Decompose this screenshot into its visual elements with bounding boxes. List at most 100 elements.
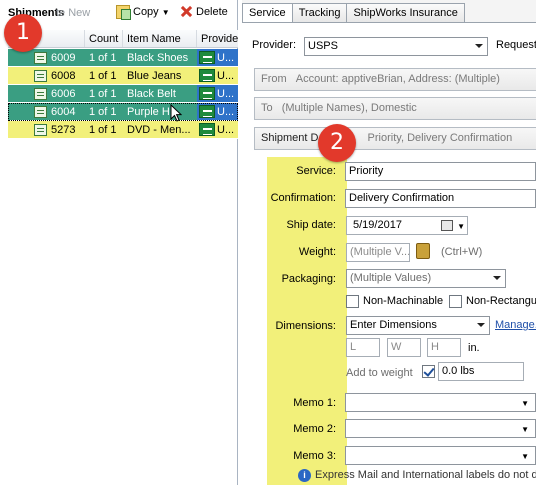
copy-button[interactable]: Copy ▼ [116, 5, 170, 20]
table-row[interactable]: 6009 1 of 1 Black Shoes U... [8, 49, 238, 67]
chevron-down-icon: ▼ [521, 452, 529, 461]
memo2-label: Memo 2: [293, 423, 336, 435]
chevron-down-icon: ▼ [521, 425, 529, 434]
provider-value: USPS [308, 40, 338, 52]
width-input[interactable]: W [387, 338, 421, 357]
non-machinable-label: Non-Machinable [363, 295, 444, 307]
mouse-cursor-icon [170, 104, 182, 122]
to-section[interactable]: To (Multiple Names), Domestic [254, 97, 536, 120]
chevron-down-icon [477, 323, 485, 327]
table-row[interactable]: 6008 1 of 1 Blue Jeans U... [8, 67, 238, 85]
item-name-cell: Black Shoes [127, 52, 189, 64]
provider-cell: U... [217, 123, 235, 136]
order-icon [34, 123, 47, 136]
column-header-item-name[interactable]: Item Name [123, 30, 197, 47]
callout-badge-2: 2 [318, 124, 356, 162]
memo3-label: Memo 3: [293, 450, 336, 462]
table-row[interactable]: 5273 1 of 1 DVD - Men... U... [8, 121, 238, 139]
count-cell: 1 of 1 [89, 106, 117, 118]
table-row[interactable]: 6004 1 of 1 Purple H U... [8, 103, 238, 121]
create-new-button[interactable]: te New [56, 7, 90, 19]
chevron-down-icon[interactable]: ▼ [162, 8, 170, 17]
dimensions-select[interactable]: Enter Dimensions [346, 316, 490, 335]
provider-select[interactable]: USPS [304, 37, 488, 56]
chevron-down-icon [493, 276, 501, 280]
provider-cell: U... [217, 51, 235, 64]
from-label: From [261, 73, 287, 85]
dimensions-value: Enter Dimensions [350, 319, 437, 331]
order-number: 6006 [51, 87, 76, 100]
order-number: 6008 [51, 69, 76, 82]
tab-shipworks-insurance[interactable]: ShipWorks Insurance [346, 3, 465, 23]
weight-shortcut-hint: (Ctrl+W) [441, 246, 483, 258]
ship-date-picker[interactable]: 5/19/2017 ▼ [346, 216, 468, 235]
weight-input[interactable]: (Multiple V... [346, 243, 410, 262]
copy-label: Copy [133, 6, 159, 18]
memo1-select[interactable]: ▼ [345, 393, 536, 412]
order-number: 5273 [51, 123, 76, 136]
calendar-icon[interactable] [441, 220, 453, 231]
tab-tracking[interactable]: Tracking [291, 3, 348, 23]
chevron-down-icon[interactable]: ▼ [457, 218, 465, 234]
tab-service[interactable]: Service [242, 3, 293, 24]
requested-label: Request [496, 39, 536, 51]
scale-icon[interactable] [416, 243, 430, 259]
from-section[interactable]: From Account: apptiveBrian, Address: (Mu… [254, 68, 536, 91]
column-header-provider[interactable]: Provide [197, 30, 238, 47]
chevron-down-icon: ▼ [521, 399, 529, 408]
weight-label: Weight: [298, 246, 336, 258]
non-machinable-checkbox[interactable] [346, 295, 359, 308]
order-icon [34, 69, 47, 82]
non-rectangular-label: Non-Rectangu [466, 295, 536, 307]
service-tab-content: Provider: USPS Request From Account: app… [242, 22, 536, 485]
shipment-details-section[interactable]: Shipment D Priority, Delivery Confirmati… [254, 127, 536, 150]
usps-icon [199, 69, 215, 82]
confirmation-select[interactable]: Delivery Confirmation [345, 189, 536, 208]
add-to-weight-checkbox[interactable] [422, 365, 435, 378]
height-input[interactable]: H [427, 338, 461, 357]
delete-button[interactable]: Delete [180, 5, 228, 18]
length-input[interactable]: L [346, 338, 380, 357]
manage-dimensions-link[interactable]: Manage... [495, 319, 536, 331]
confirmation-label: Confirmation: [270, 192, 336, 204]
ship-date-value: 5/19/2017 [353, 219, 402, 231]
memo1-label: Memo 1: [293, 397, 336, 409]
copy-icon [116, 5, 131, 20]
order-icon [34, 105, 47, 118]
provider-label: Provider: [252, 39, 297, 51]
provider-cell: U... [217, 105, 235, 118]
table-row[interactable]: 6006 1 of 1 Black Belt U... [8, 85, 238, 103]
dimensions-label: Dimensions: [275, 320, 336, 332]
info-icon: i [298, 469, 311, 482]
shipment-details-label: Shipment D [261, 132, 319, 144]
item-name-cell: Black Belt [127, 88, 176, 100]
delete-icon [180, 5, 193, 18]
count-cell: 1 of 1 [89, 70, 117, 82]
memo2-select[interactable]: ▼ [345, 419, 536, 438]
provider-cell: U... [217, 69, 235, 82]
shipments-panel: Shipments te New Copy ▼ Delete rder # Co… [0, 0, 238, 485]
count-cell: 1 of 1 [89, 52, 117, 64]
shipment-summary: Priority, Delivery Confirmation [367, 132, 513, 144]
memo3-select[interactable]: ▼ [345, 446, 536, 465]
shipment-rows: 6009 1 of 1 Black Shoes U... 6008 1 of 1… [8, 49, 238, 139]
count-cell: 1 of 1 [89, 124, 117, 136]
shipment-details-panel: Service Tracking ShipWorks Insurance Pro… [242, 0, 536, 485]
item-name-cell: Blue Jeans [127, 70, 182, 82]
grid-header: rder # Count Item Name Provide [8, 30, 238, 48]
non-rectangular-checkbox[interactable] [449, 295, 462, 308]
order-number: 6009 [51, 51, 76, 64]
app-window: Shipments te New Copy ▼ Delete rder # Co… [0, 0, 536, 485]
packaging-select[interactable]: (Multiple Values) [346, 269, 506, 288]
column-header-count[interactable]: Count [85, 30, 123, 47]
to-summary: (Multiple Names), Domestic [281, 102, 417, 114]
packaging-value: (Multiple Values) [350, 272, 432, 284]
add-to-weight-input[interactable]: 0.0 lbs [438, 362, 524, 381]
order-icon [34, 87, 47, 100]
service-select[interactable]: Priority [345, 162, 536, 181]
service-label: Service: [296, 165, 336, 177]
provider-cell: U... [217, 87, 235, 100]
item-name-cell: Purple H [127, 106, 170, 118]
tab-strip: Service Tracking ShipWorks Insurance [242, 3, 465, 24]
order-number: 6004 [51, 105, 76, 118]
